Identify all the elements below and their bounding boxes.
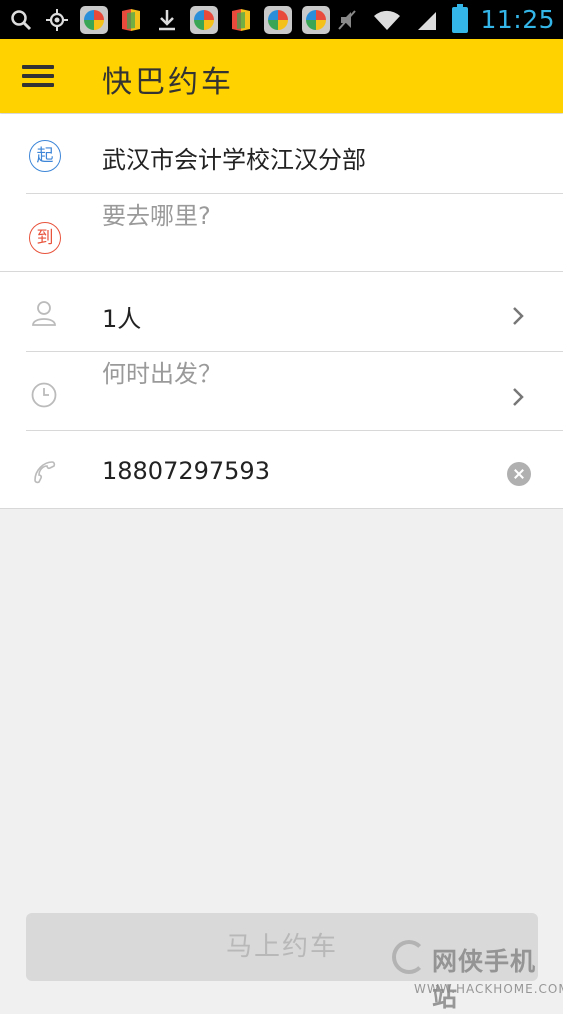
app-icon [302, 5, 330, 34]
hamburger-menu-icon[interactable] [22, 65, 54, 87]
wifi-icon [372, 7, 402, 33]
watermark-url: WWW.HACKHOME.COM [414, 982, 563, 996]
book-app-icon [228, 7, 254, 33]
departure-time-row[interactable]: 何时出发？ [0, 352, 563, 430]
start-location-value[interactable]: 武汉市会计学校江汉分部 [102, 140, 366, 175]
download-icon [154, 7, 180, 33]
app-bar: 快巴约车 [0, 39, 563, 113]
watermark-logo-icon [392, 940, 426, 974]
start-badge-icon: 起 [29, 140, 61, 172]
phone-row[interactable]: 18807297593 [0, 431, 563, 508]
mute-icon [334, 7, 360, 33]
book-app-icon [118, 7, 144, 33]
end-badge-icon: 到 [29, 222, 61, 254]
search-icon [8, 7, 34, 33]
notification-icons [8, 4, 330, 35]
clear-icon[interactable] [507, 462, 531, 486]
status-bar: 11:25 [0, 0, 563, 39]
clock: 11:25 [480, 5, 555, 34]
system-indicators: 11:25 [334, 0, 555, 39]
app-icon [80, 5, 108, 34]
departure-time-input[interactable]: 何时出发？ [102, 354, 222, 389]
app-icon [190, 5, 218, 34]
destination-row[interactable]: 要去哪里? 到 [0, 194, 563, 271]
page-title: 快巴约车 [102, 65, 234, 100]
gps-icon [44, 7, 70, 33]
clock-icon [30, 381, 58, 413]
watermark-brand: 网侠手机站 [432, 947, 537, 1012]
chevron-right-icon [511, 305, 525, 331]
passengers-row[interactable]: 1人 [0, 272, 563, 351]
watermark: 网侠手机站 WWW.HACKHOME.COM [392, 938, 563, 1012]
route-card: 起 武汉市会计学校江汉分部 要去哪里? 到 [0, 114, 563, 272]
battery-icon [452, 3, 469, 33]
details-card: 1人 何时出发？ 18807297593 [0, 272, 563, 509]
start-location-row[interactable]: 起 武汉市会计学校江汉分部 [0, 114, 563, 193]
person-icon [30, 299, 58, 331]
passengers-value[interactable]: 1人 [102, 299, 141, 334]
phone-icon [30, 458, 58, 490]
app-icon [264, 5, 292, 34]
phone-number-input[interactable]: 18807297593 [102, 457, 270, 485]
chevron-right-icon [511, 386, 525, 412]
destination-input[interactable]: 要去哪里? [102, 196, 211, 231]
signal-icon [414, 7, 440, 33]
